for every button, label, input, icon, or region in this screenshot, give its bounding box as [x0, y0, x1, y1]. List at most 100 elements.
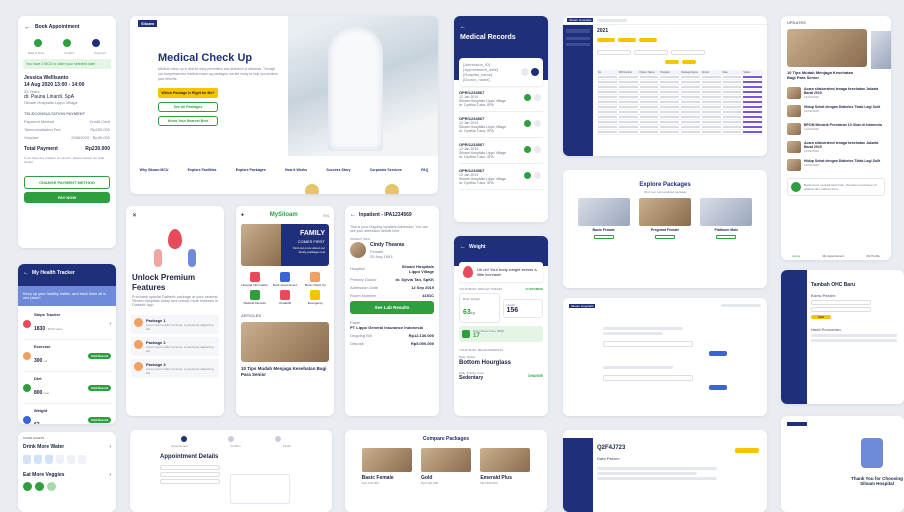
menu-item[interactable]: Book Appointment — [271, 272, 298, 287]
add-record-button[interactable]: Add Record — [87, 384, 111, 391]
record-item[interactable]: OPR/1234567 12 Jan 2019 Siloam Hospitals L… — [459, 138, 543, 164]
filter-button[interactable] — [597, 37, 615, 42]
news-item[interactable]: Hidup Sehat dengan Diabetes Tidak Lagi S… — [781, 102, 891, 120]
footer-link[interactable]: Corporate Services — [370, 168, 402, 172]
promo-banner[interactable]: FAMILY COMES FIRST Find out more about o… — [241, 224, 329, 266]
chevron-right-icon[interactable]: › — [109, 444, 111, 450]
table-row[interactable] — [597, 130, 763, 135]
close-icon[interactable]: ✕ — [126, 206, 224, 225]
download-icon[interactable] — [521, 68, 529, 76]
back-arrow-icon[interactable]: ← — [24, 24, 31, 31]
search-button[interactable]: Cari — [811, 314, 831, 319]
action-button[interactable] — [735, 448, 759, 453]
news-item[interactable]: Acara silaturrahmi tenaga kesehatan Jaka… — [781, 84, 891, 102]
glass-icon[interactable] — [23, 454, 31, 464]
nearest-button[interactable]: Know Your Nearest Best — [158, 115, 218, 126]
language-select[interactable]: EN — [323, 213, 329, 218]
add-record-button[interactable]: Add Record — [87, 352, 111, 359]
filter-button[interactable] — [639, 37, 657, 42]
send-button[interactable] — [709, 351, 727, 356]
news-item[interactable]: Hidup Sehat dengan Diabetes Tidak Lagi S… — [781, 156, 891, 174]
news-item[interactable]: Acara silaturrahmi tenaga kesehatan Jaka… — [781, 138, 891, 156]
package-item[interactable]: Package 1 Lorem ipsum dolor sit amet, con… — [131, 315, 219, 335]
submit-button[interactable] — [709, 385, 727, 390]
see-all-packages-button[interactable]: See All Packages — [158, 101, 218, 112]
tracker-item[interactable]: Exercise 300cal Add Record — [23, 340, 111, 372]
menu-item[interactable]: Emergency — [302, 290, 329, 305]
footer-link[interactable]: Why Siloam MCU — [140, 168, 169, 172]
menu-item[interactable]: Medical Records — [241, 290, 268, 305]
tab-appointment[interactable]: My Appointment — [823, 254, 845, 258]
download-icon[interactable] — [524, 120, 531, 127]
veggie-icon[interactable] — [23, 481, 32, 491]
share-icon[interactable] — [534, 172, 541, 179]
package-card[interactable]: Basic Female — [577, 198, 630, 239]
detail-button[interactable] — [716, 235, 737, 239]
veggie-icon[interactable] — [35, 481, 44, 491]
footer-link[interactable]: Explore Facilities — [188, 168, 217, 172]
filter-button[interactable] — [618, 37, 636, 42]
package-image — [420, 448, 471, 472]
share-icon[interactable] — [534, 94, 541, 101]
detail-button[interactable] — [593, 235, 614, 239]
step-label: Date & Time — [27, 51, 45, 55]
tracker-item[interactable]: Steps Tracker 1830/ 6000 steps › — [23, 308, 111, 340]
tracker-item[interactable]: Diet 800kcal Add Record — [23, 372, 111, 404]
add-record-button[interactable]: Add Record — [87, 416, 111, 423]
menu-item[interactable]: Hospital Information — [241, 272, 268, 287]
footer-link[interactable]: Explore Packages — [236, 168, 266, 172]
lab-results-button[interactable]: See Lab Results — [350, 300, 434, 314]
share-icon[interactable] — [531, 68, 539, 76]
footer-link[interactable]: FAQ — [421, 168, 428, 172]
promo-card[interactable]: Berita kami menjadi lebih baik. Temukan … — [787, 177, 885, 196]
glass-icon[interactable] — [56, 454, 64, 464]
package-card[interactable]: Basic Female Rp1.100.000 — [361, 448, 412, 485]
record-item[interactable]: OPR/1234567 12 Jan 2019 Siloam Hospitals L… — [459, 164, 543, 190]
package-card[interactable]: Platinum Male — [700, 198, 753, 239]
share-icon[interactable] — [534, 146, 541, 153]
menu-item[interactable]: OneEHR — [271, 290, 298, 305]
package-card[interactable]: Pregnant Female — [638, 198, 691, 239]
glass-icon[interactable] — [34, 454, 42, 464]
tab-profile[interactable]: My Profile — [866, 254, 879, 258]
tracker-item[interactable]: Weight62kgAdd Record — [23, 404, 111, 424]
download-icon[interactable] — [524, 172, 531, 179]
veggie-icon[interactable] — [47, 481, 56, 491]
notification-icon[interactable]: ● — [241, 212, 244, 218]
footer-link[interactable]: Success Story — [326, 168, 350, 172]
menu-item[interactable]: Book Check Up — [302, 272, 329, 287]
search-button[interactable] — [664, 59, 679, 64]
glass-icon[interactable] — [78, 454, 86, 464]
customize-link[interactable]: CUSTOMIZE — [525, 287, 543, 291]
download-icon[interactable] — [524, 146, 531, 153]
reset-button[interactable] — [681, 59, 696, 64]
record-item[interactable]: OPR/1234567 12 Jan 2019 Siloam Hospitals L… — [459, 112, 543, 138]
package-item[interactable]: Package 3 Lorem ipsum dolor sit amet, con… — [131, 359, 219, 379]
footer-link[interactable]: How it Works — [285, 168, 307, 172]
back-arrow-icon[interactable]: ← — [460, 244, 466, 250]
share-icon[interactable] — [534, 120, 541, 127]
tab-home[interactable]: Home — [792, 254, 800, 258]
change-payment-button[interactable]: CHANGE PAYMENT METHOD — [24, 176, 110, 189]
table-cell — [639, 106, 659, 108]
download-icon[interactable] — [524, 94, 531, 101]
year-filter[interactable]: 2021 — [597, 28, 763, 35]
article-image[interactable] — [241, 322, 329, 362]
find-package-button[interactable]: Which Package is Right for Me? — [158, 87, 218, 98]
detail-button[interactable] — [654, 235, 675, 239]
back-arrow-icon[interactable]: ← — [350, 212, 356, 218]
package-card[interactable]: Emerald Plus Rp3.800.000 — [480, 448, 531, 485]
back-arrow-icon[interactable]: ← — [460, 24, 542, 30]
glass-icon[interactable] — [67, 454, 75, 464]
glass-icon[interactable] — [45, 454, 53, 464]
package-item[interactable]: Package 2 Lorem ipsum dolor sit amet, con… — [131, 337, 219, 357]
package-card[interactable]: Gold Rp2.100.000 — [420, 448, 471, 485]
record-item[interactable]: OPR/1234567 12 Jan 2019 Siloam Hospitals L… — [459, 86, 543, 112]
news-item[interactable]: BPOM Menarik Peredaran 10 Obat di Indone… — [781, 120, 891, 138]
pay-now-button[interactable]: PAY NOW — [24, 192, 110, 203]
back-arrow-icon[interactable]: ← — [23, 270, 29, 276]
chevron-right-icon[interactable]: › — [109, 321, 111, 327]
change-link[interactable]: CHANGE — [528, 374, 543, 378]
table-cell — [743, 101, 762, 103]
chevron-right-icon[interactable]: › — [109, 472, 111, 478]
